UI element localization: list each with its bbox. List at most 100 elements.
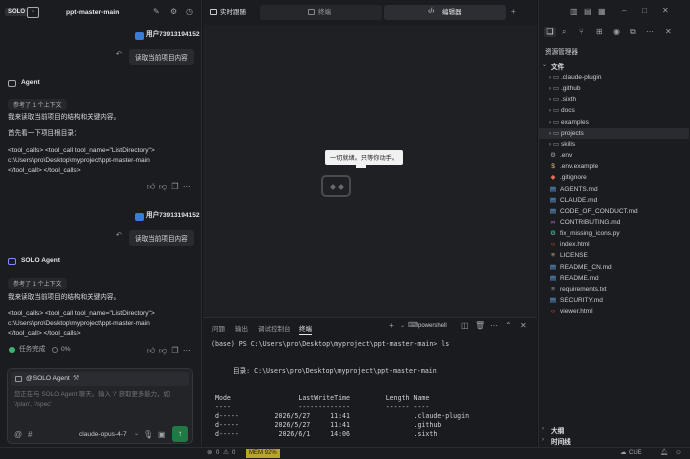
context-ref[interactable]: 参考了 1 个上下文 xyxy=(8,278,67,289)
folder-item[interactable]: › ▭ projects xyxy=(539,127,689,139)
layout-bottom-icon[interactable]: ▤ xyxy=(584,7,592,17)
thumbs-up-icon[interactable]: 👍︎ xyxy=(146,346,156,356)
thumbs-down-icon[interactable]: 👎︎ xyxy=(158,346,168,356)
window-icon[interactable]: ▫ xyxy=(27,7,39,18)
chevron-down-icon[interactable]: ⌄ xyxy=(114,7,119,17)
search-icon[interactable]: ⌕ xyxy=(562,27,566,37)
folder-item[interactable]: › ▭ examples xyxy=(539,117,689,128)
tab-editor[interactable]: ‹/› 编辑器 xyxy=(384,5,506,20)
microphone-icon[interactable]: 🎙︎ xyxy=(143,430,153,440)
panel-tab-debug[interactable]: 调试控制台 xyxy=(258,323,291,333)
file-item[interactable]: ⚙ .env xyxy=(539,150,689,161)
file-item[interactable]: ‹› viewer.html xyxy=(539,306,689,317)
extensions-icon[interactable]: ⊞ xyxy=(596,27,603,37)
at-icon[interactable]: @ xyxy=(14,430,22,440)
plus-icon[interactable]: + xyxy=(511,7,516,17)
file-item[interactable]: ▤ CODE_OF_CONDUCT.md xyxy=(539,206,689,217)
layout-right-icon[interactable]: ▦ xyxy=(598,7,606,17)
chat-input-box: @SOLO Agent ⚒ 您正在与 SOLO Agent 聊天。输入 '/' … xyxy=(7,368,193,444)
copy-icon[interactable]: ❐ xyxy=(170,346,180,356)
md-file-icon: ▤ xyxy=(549,274,557,282)
file-item[interactable]: ‹› index.html xyxy=(539,239,689,250)
folder-icon: ▭ xyxy=(552,85,560,93)
panel-tab-terminal[interactable]: 终端 xyxy=(299,323,312,335)
file-item[interactable]: ▤ README_CN.md xyxy=(539,262,689,273)
close-window-icon[interactable]: ✕ xyxy=(662,6,669,16)
new-terminal-icon[interactable]: + xyxy=(389,321,394,331)
outline-section[interactable]: › 大纲 xyxy=(539,424,690,435)
panel-tab-problems[interactable]: 问题 xyxy=(212,323,225,333)
terminal-row: d----- 2026/6/1 14:06 .sixth xyxy=(215,430,438,438)
remote-icon[interactable]: ⧉ xyxy=(630,27,636,37)
file-item[interactable]: ▤ README.md xyxy=(539,273,689,284)
file-item[interactable]: ∞ CONTRIBUTING.md xyxy=(539,217,689,228)
send-button[interactable]: ↑ xyxy=(172,426,188,442)
copy-icon[interactable]: ❐ xyxy=(170,182,180,192)
more-icon[interactable]: ⋯ xyxy=(182,346,192,356)
timeline-section[interactable]: › 时间线 xyxy=(539,435,690,446)
settings-icon[interactable]: ⚙ xyxy=(170,7,177,17)
more-icon[interactable]: ⋯ xyxy=(646,27,654,37)
more-icon[interactable]: ⋯ xyxy=(182,182,192,192)
file-name: CODE_OF_CONDUCT.md xyxy=(560,207,638,215)
undo-icon[interactable]: ↶ xyxy=(116,231,122,241)
layout-left-icon[interactable]: ▥ xyxy=(570,7,578,17)
folder-item[interactable]: › ▭ skills xyxy=(539,139,689,150)
more-icon[interactable]: ⋯ xyxy=(490,321,498,331)
cloud-icon[interactable]: ☁ xyxy=(620,448,627,458)
file-item[interactable]: ≡ requirements.txt xyxy=(539,284,689,295)
project-name[interactable]: ppt-master-main xyxy=(66,9,119,16)
error-icon[interactable]: ⊗ xyxy=(207,448,212,458)
source-control-icon[interactable]: ⑂ xyxy=(579,27,584,37)
model-selector[interactable]: claude-opus-4-7 xyxy=(79,430,127,440)
folder-item[interactable]: › ▭ docs xyxy=(539,105,689,116)
new-chat-icon[interactable]: ✎ xyxy=(153,7,160,17)
close-icon[interactable]: ✕ xyxy=(665,27,672,37)
folder-item[interactable]: › ▭ .github xyxy=(539,83,689,94)
file-item[interactable]: ◆ .gitignore xyxy=(539,172,689,183)
chat-input[interactable]: 您正在与 SOLO Agent 聊天。输入 '/' 获取更多能力，如 '/pla… xyxy=(14,390,186,412)
py-file-icon: ⚙ xyxy=(550,230,556,238)
split-icon[interactable]: ◫ xyxy=(461,321,469,331)
file-item[interactable]: ⚙ fix_missing_icons.py xyxy=(539,228,689,239)
encoding[interactable]: CUE xyxy=(629,450,642,456)
maximize-icon[interactable]: ⌃ xyxy=(505,321,512,331)
maximize-window-icon[interactable]: □ xyxy=(642,6,647,16)
context-ref[interactable]: 参考了 1 个上下文 xyxy=(8,99,67,110)
hash-icon[interactable]: # xyxy=(28,430,32,440)
user-icon[interactable]: ☺ xyxy=(675,448,682,458)
undo-icon[interactable]: ↶ xyxy=(116,50,122,60)
tab-live-follow[interactable]: 实时跟随 xyxy=(207,5,259,20)
browser-icon[interactable]: ◉ xyxy=(613,27,620,37)
panel-tab-output[interactable]: 输出 xyxy=(235,323,248,333)
bell-icon[interactable]: 🔔︎ xyxy=(660,448,668,458)
files-icon[interactable]: ❏ xyxy=(544,27,556,37)
file-item[interactable]: ▤ CLAUDE.md xyxy=(539,195,689,206)
mention-tool-icon[interactable]: ⚒ xyxy=(73,374,79,384)
folder-item[interactable]: › ▭ .sixth xyxy=(539,94,689,105)
file-name: README.md xyxy=(560,274,599,282)
section-label: 大纲 xyxy=(551,428,565,435)
file-item[interactable]: ≡ LICENSE xyxy=(539,250,689,261)
minimize-icon[interactable]: – xyxy=(622,6,626,16)
shell-name[interactable]: powershell xyxy=(418,323,447,329)
trash-icon[interactable]: 🗑︎ xyxy=(475,321,485,331)
thumbs-down-icon[interactable]: 👎︎ xyxy=(158,182,168,192)
file-name: viewer.html xyxy=(560,308,593,316)
history-icon[interactable]: ◷ xyxy=(186,7,193,17)
image-icon[interactable]: ▣ xyxy=(158,430,166,440)
close-icon[interactable]: ✕ xyxy=(520,321,527,331)
file-item[interactable]: ▤ AGENTS.md xyxy=(539,184,689,195)
chevron-down-icon[interactable]: ⌄ xyxy=(400,321,405,331)
tab-terminal[interactable]: 终端 xyxy=(260,5,382,20)
folder-item[interactable]: › ▭ .claude-plugin xyxy=(539,72,689,83)
agent-code-line: </tool_call> </tool_calls> xyxy=(8,167,81,174)
thumbs-up-icon[interactable]: 👍︎ xyxy=(146,182,156,192)
file-item[interactable]: $ .env.example xyxy=(539,161,689,172)
memory-badge[interactable]: MEM 92% xyxy=(246,449,280,458)
agent-chip[interactable]: @SOLO Agent ⚒ xyxy=(11,372,189,386)
file-item[interactable]: ▤ SECURITY.md xyxy=(539,295,689,306)
warning-icon[interactable]: ⚠ xyxy=(223,448,229,458)
chevron-down-icon[interactable]: ⌄ xyxy=(134,429,139,439)
files-section-header[interactable]: ⌄ 文件 xyxy=(539,60,690,71)
